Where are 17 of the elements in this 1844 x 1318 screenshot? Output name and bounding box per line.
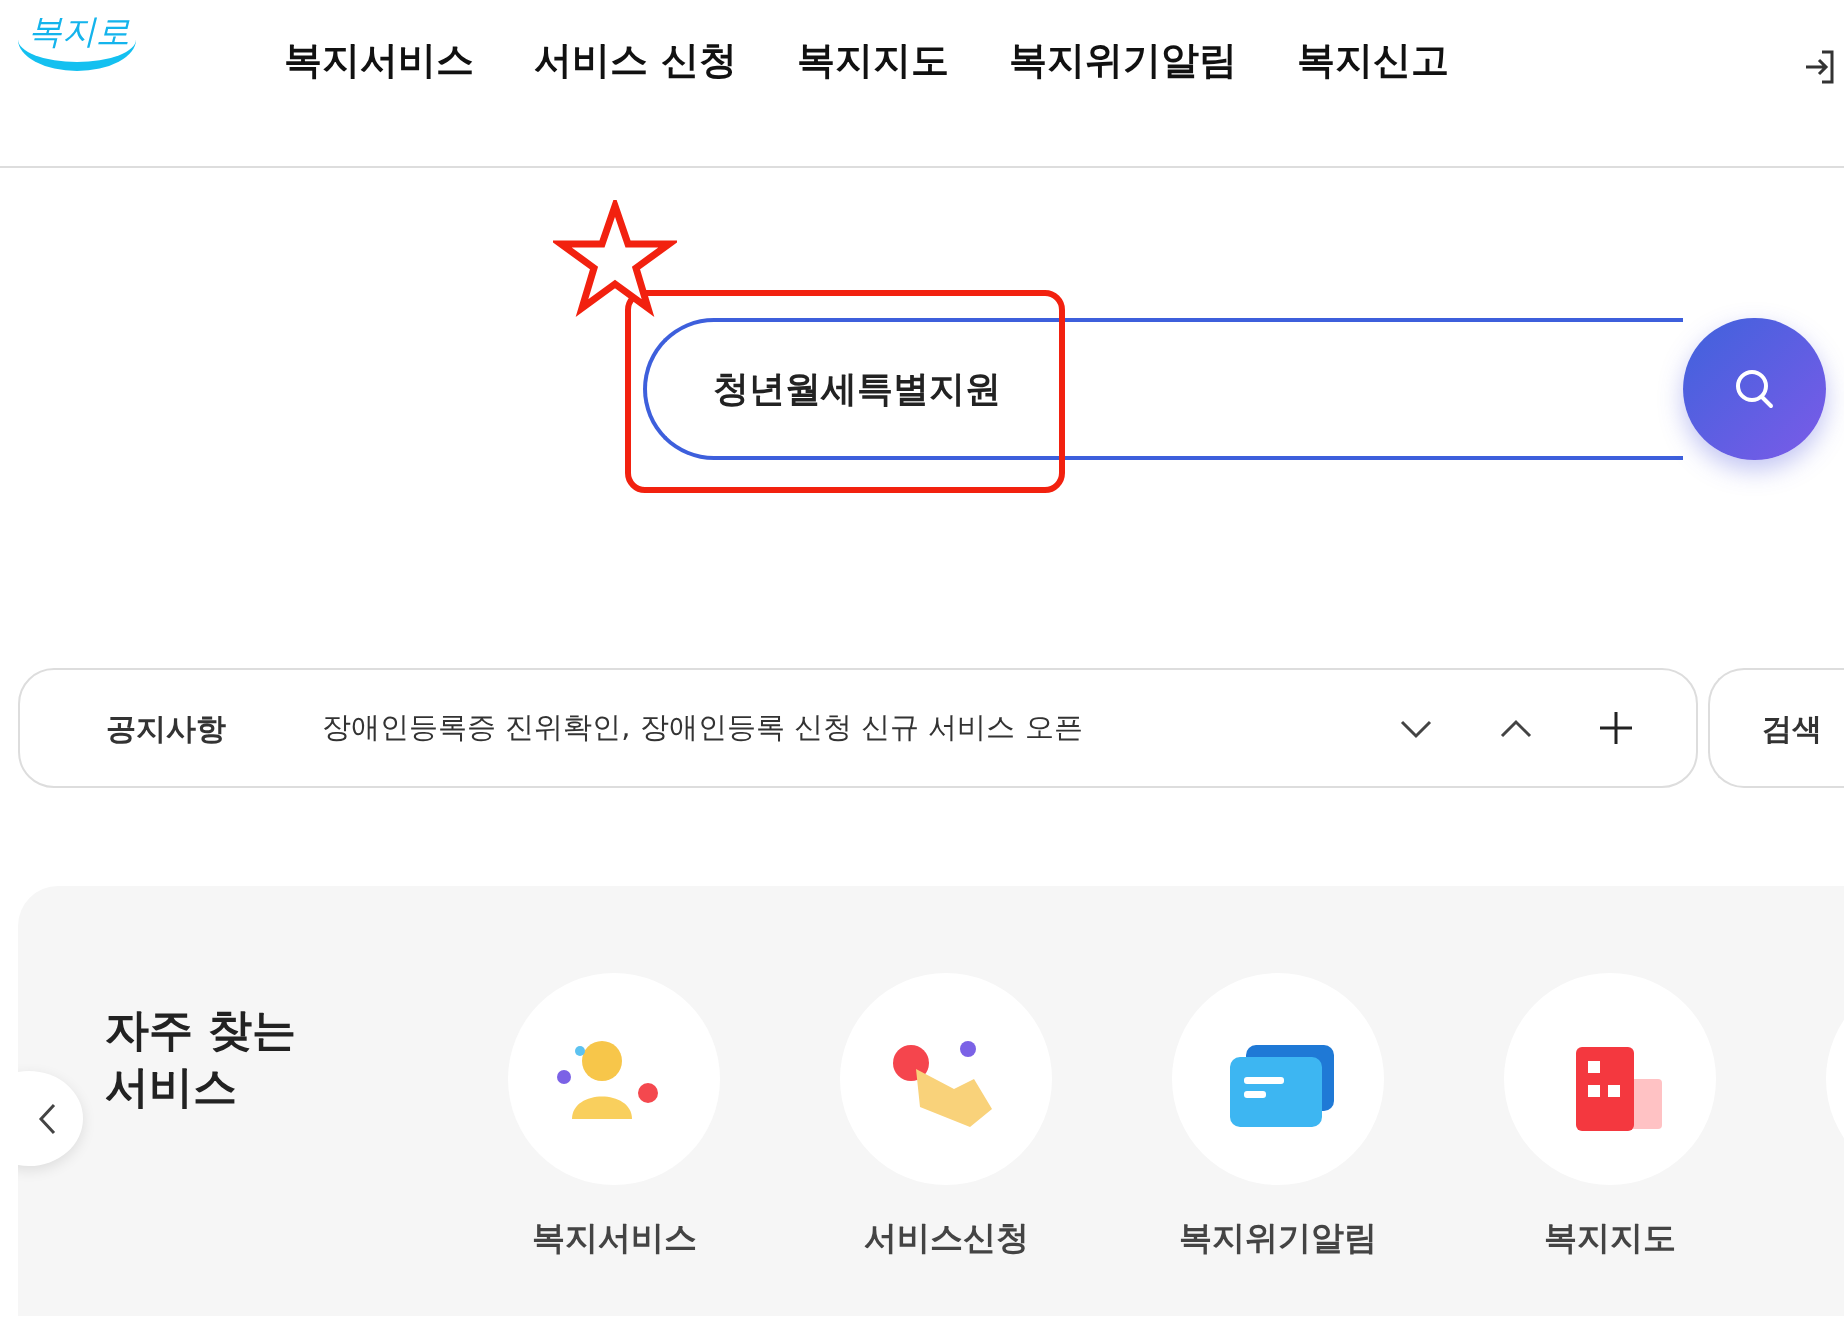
service-label: 복지서비스 [531, 1217, 697, 1259]
star-icon [553, 200, 677, 318]
service-label: 복지지도 [1544, 1217, 1676, 1259]
nav-link[interactable]: 복지위기알림 [1009, 31, 1238, 89]
nav-link[interactable]: 복지서비스 [284, 31, 474, 89]
service-label: 서비스신청 [863, 1217, 1029, 1259]
sort-box[interactable]: 검색 [1708, 668, 1844, 788]
notice-link[interactable]: 장애인등록증 진위확인, 장애인등록 신청 신규 서비스 오픈 [322, 706, 1083, 750]
sort-label: 검색 [1762, 709, 1822, 748]
login-icon[interactable] [1804, 50, 1836, 84]
nav-link[interactable]: 복지지도 [797, 31, 950, 89]
nav-link[interactable]: 서비스 신청 [534, 31, 738, 89]
notice-label: 공지사항 [106, 709, 227, 748]
service-label: 복지위기알림 [1179, 1217, 1377, 1259]
nav-link[interactable]: 복지신고 [1297, 31, 1450, 89]
search-field[interactable]: 청년월세특별지원 [643, 318, 1683, 460]
section-title: 자주 찾는 서비스 [105, 1003, 298, 1115]
